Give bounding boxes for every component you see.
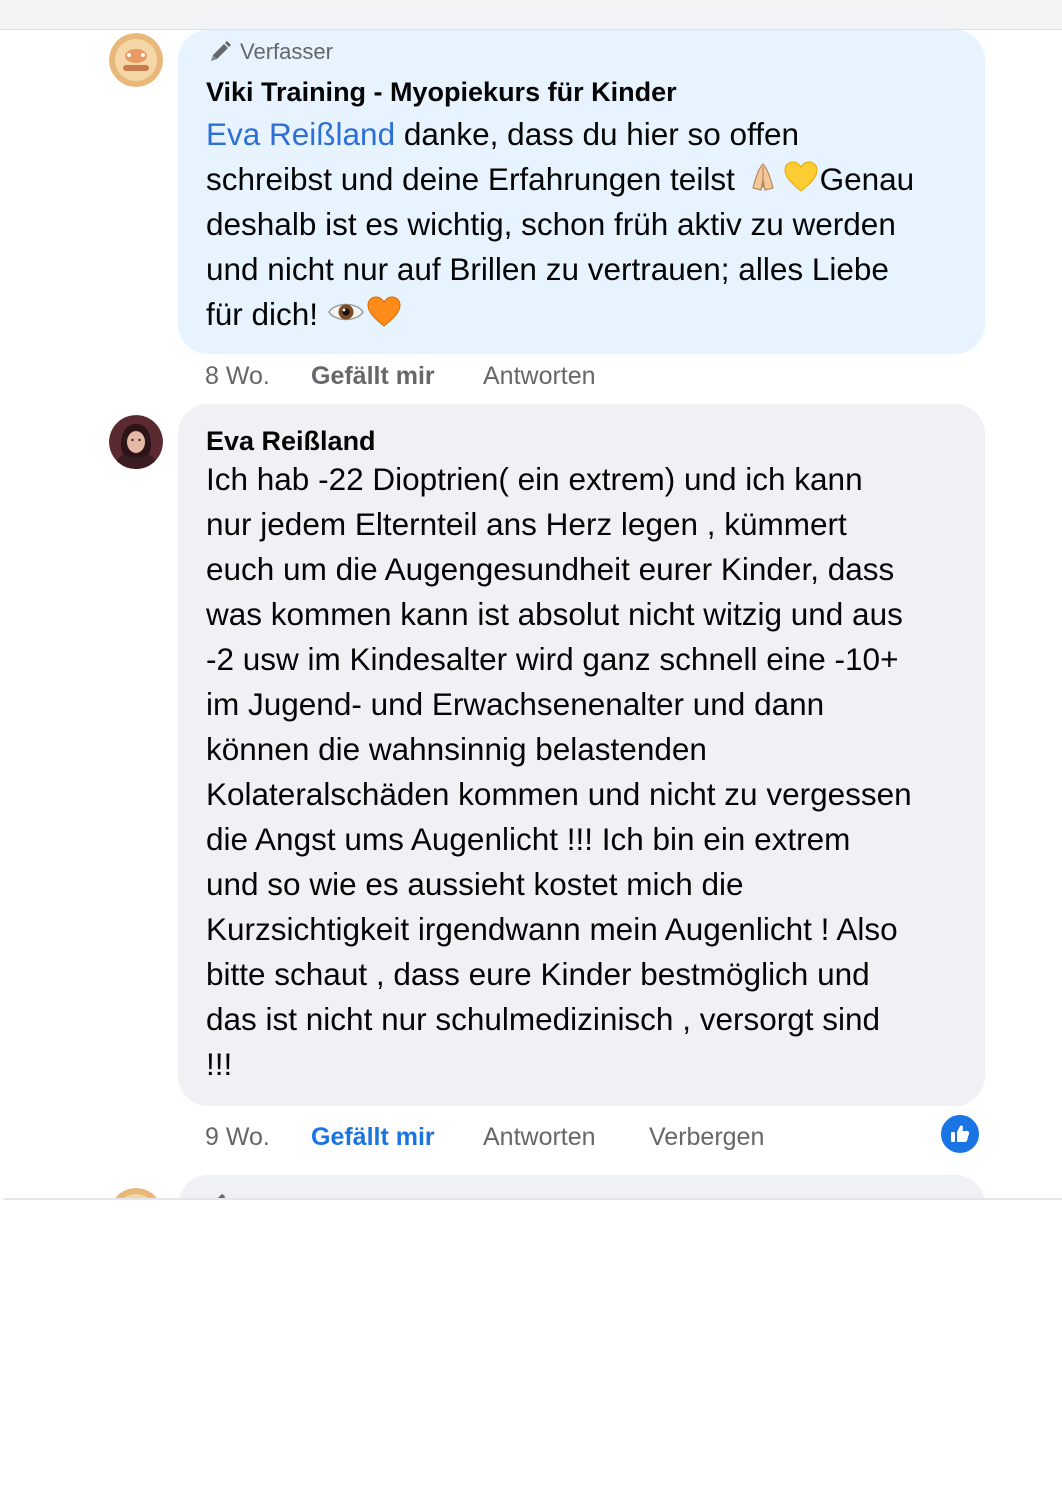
comment-bubble [178,1175,985,1198]
comment-timestamp[interactable]: 8 Wo. [205,362,311,391]
comment-author[interactable]: Eva Reißland [206,426,376,457]
eye-emoji [327,303,364,321]
comment-author[interactable]: Viki Training - Myopiekurs für Kinder [206,77,677,108]
comment-timestamp[interactable]: 9 Wo. [205,1123,311,1152]
comment-text: Ich hab -22 Dioptrien( ein extrem) und i… [206,461,912,1082]
pen-icon [217,1193,226,1198]
reply-button[interactable]: Antworten [483,1123,649,1152]
comment-thread: Verfasser Viki Training - Myopiekurs für… [0,30,1062,1198]
reaction-badge[interactable] [939,1113,981,1155]
top-strip [0,0,1062,30]
avatar[interactable] [109,415,163,469]
orange-heart-emoji [367,296,401,327]
hide-button[interactable]: Verbergen [649,1123,764,1152]
author-badge: Verfasser [206,38,333,66]
comment-actions: 9 Wo. Gefällt mir Antworten Verbergen [205,1119,764,1155]
avatar[interactable] [109,1188,163,1198]
divider [4,1198,1062,1200]
avatar[interactable] [109,33,163,87]
comment-bubble: Eva Reißland Ich hab -22 Dioptrien( ein … [178,404,985,1106]
pen-icon [211,41,231,61]
user-mention[interactable]: Eva Reißland [206,116,395,152]
comment-actions: 8 Wo. Gefällt mir Antworten [205,358,649,394]
author-badge-label: Verfasser [240,39,333,64]
folded-hands-emoji [751,163,774,191]
thumbs-up-icon [951,1125,970,1142]
yellow-heart-emoji [784,161,818,192]
like-button[interactable]: Gefällt mir [311,1123,483,1152]
like-button[interactable]: Gefällt mir [311,362,483,391]
comment-bubble: Verfasser Viki Training - Myopiekurs für… [178,30,985,354]
comment-text: Eva Reißland danke, dass du hier so offe… [206,116,915,332]
reply-button[interactable]: Antworten [483,362,649,391]
